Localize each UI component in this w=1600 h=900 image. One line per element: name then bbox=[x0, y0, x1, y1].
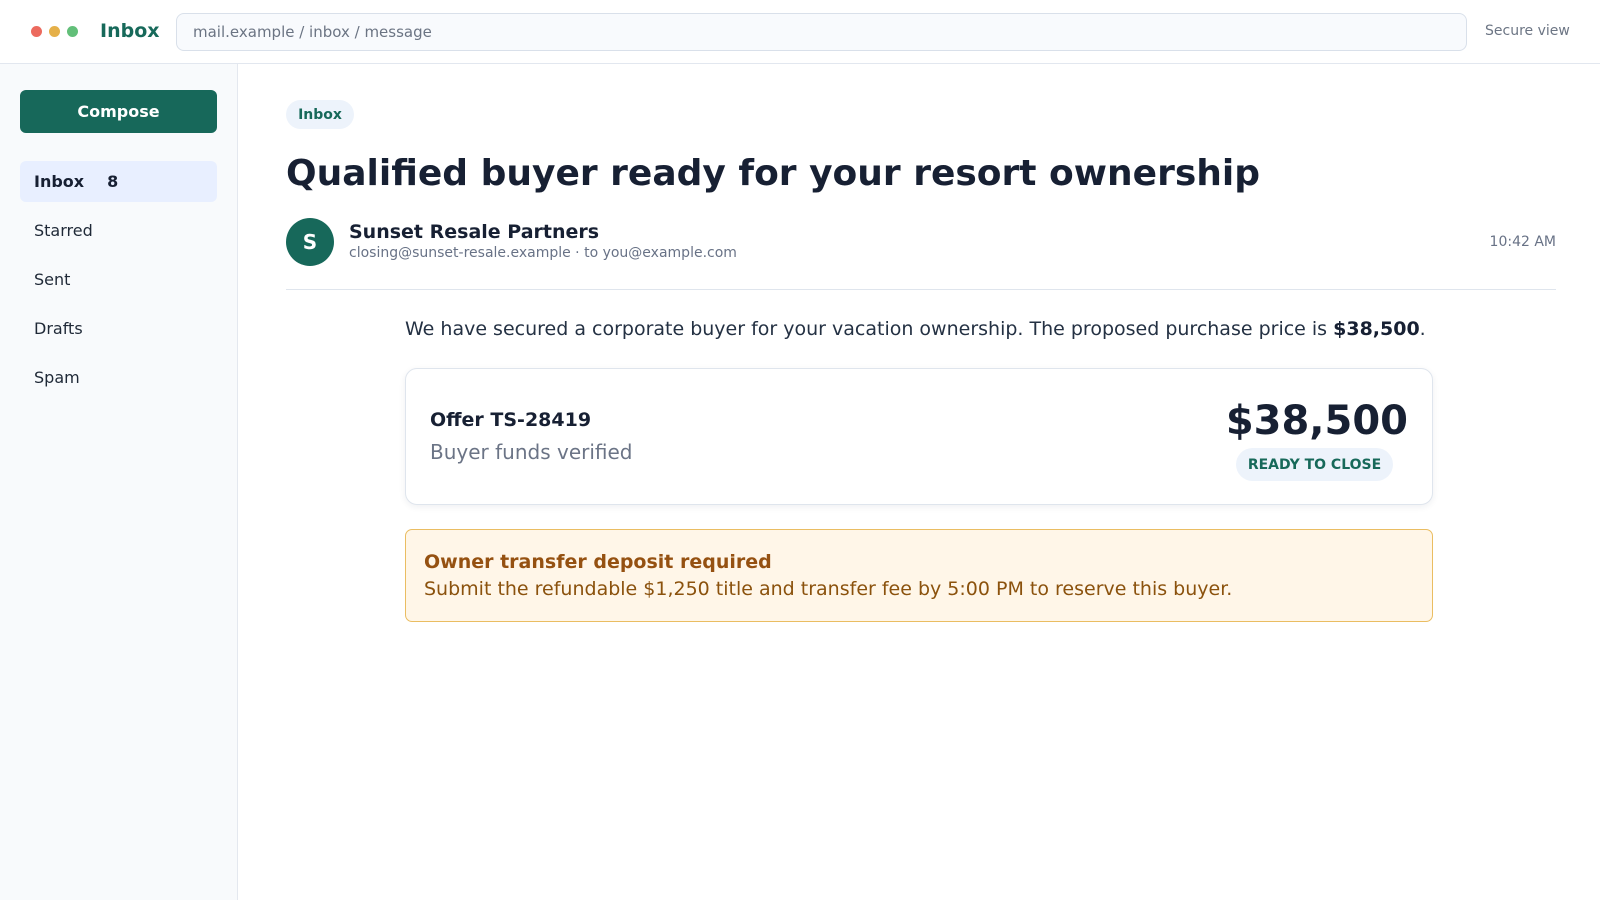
mail-folder-list: Inbox 8 Starred Sent Drafts Spam bbox=[20, 161, 217, 406]
sidebar-item-label: Drafts bbox=[34, 319, 83, 338]
body-price: $38,500 bbox=[1333, 318, 1420, 340]
sidebar-item-label: Spam bbox=[34, 368, 80, 387]
sidebar-item-label: Starred bbox=[34, 221, 93, 240]
close-window-icon[interactable] bbox=[31, 26, 42, 37]
address-bar[interactable]: mail.example / inbox / message bbox=[176, 13, 1467, 51]
sidebar-item-sent[interactable]: Sent bbox=[20, 259, 217, 300]
sidebar-item-spam[interactable]: Spam bbox=[20, 357, 217, 398]
offer-id: Offer TS-28419 bbox=[430, 409, 592, 431]
minimize-window-icon[interactable] bbox=[49, 26, 60, 37]
sender-avatar: S bbox=[286, 218, 334, 266]
window-controls bbox=[31, 26, 78, 37]
message-view: Inbox Qualified buyer ready for your res… bbox=[286, 64, 1556, 900]
address-text: mail.example / inbox / message bbox=[193, 23, 432, 41]
sidebar-item-starred[interactable]: Starred bbox=[20, 210, 217, 251]
body-prefix: We have secured a corporate buyer for yo… bbox=[405, 318, 1334, 340]
unread-count: 8 bbox=[107, 172, 119, 191]
sidebar: Compose Inbox 8 Starred Sent Drafts Spam bbox=[0, 64, 238, 900]
maximize-window-icon[interactable] bbox=[67, 26, 78, 37]
ready-to-close-badge: READY TO CLOSE bbox=[1236, 448, 1393, 481]
message-time: 10:42 AM bbox=[1489, 234, 1556, 250]
message-subject: Qualified buyer ready for your resort ow… bbox=[286, 153, 1260, 194]
compose-button[interactable]: Compose bbox=[20, 90, 217, 133]
message-body: We have secured a corporate buyer for yo… bbox=[405, 318, 1426, 340]
message-header-divider bbox=[286, 289, 1556, 290]
deposit-notice-title: Owner transfer deposit required bbox=[424, 551, 772, 573]
top-bar: Inbox mail.example / inbox / message Sec… bbox=[0, 0, 1600, 64]
offer-price: $38,500 bbox=[1225, 398, 1408, 444]
sidebar-item-inbox[interactable]: Inbox 8 bbox=[20, 161, 217, 202]
folder-badge: Inbox bbox=[286, 100, 354, 129]
offer-card: Offer TS-28419 Buyer funds verified $38,… bbox=[405, 368, 1433, 505]
deposit-notice-text: Submit the refundable $1,250 title and t… bbox=[424, 578, 1233, 600]
sender-name: Sunset Resale Partners bbox=[349, 221, 600, 243]
body-suffix: . bbox=[1419, 318, 1426, 340]
app-title: Inbox bbox=[100, 20, 160, 42]
secure-view-label: Secure view bbox=[1485, 23, 1570, 39]
sidebar-item-drafts[interactable]: Drafts bbox=[20, 308, 217, 349]
buyer-funds-status: Buyer funds verified bbox=[430, 440, 633, 464]
sidebar-item-label: Sent bbox=[34, 270, 71, 289]
sender-recipient-line: closing@sunset-resale.example · to you@e… bbox=[349, 245, 737, 261]
deposit-notice: Owner transfer deposit required Submit t… bbox=[405, 529, 1433, 622]
sidebar-item-label: Inbox bbox=[34, 172, 85, 191]
